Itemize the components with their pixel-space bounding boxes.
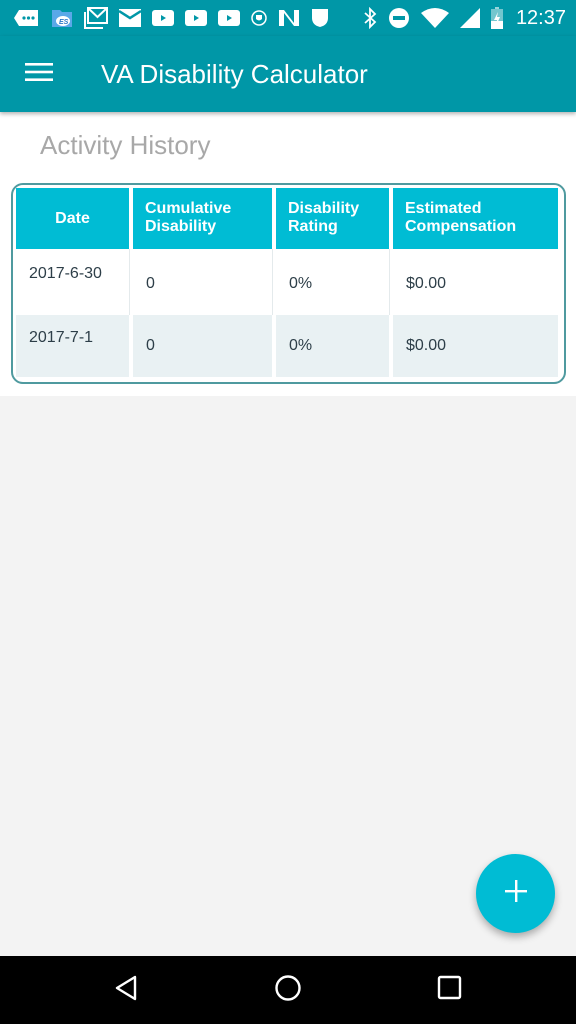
cell-cumulative: 0: [133, 315, 272, 377]
wifi-icon: [420, 7, 449, 29]
section-title: Activity History: [40, 130, 211, 160]
cell-compensation: $0.00: [406, 275, 447, 292]
clock: 12:37: [515, 6, 566, 29]
cell-compensation: $0.00: [393, 315, 558, 377]
svg-text:ES: ES: [59, 19, 69, 26]
hamburger-menu-icon: [25, 62, 53, 87]
menu-button[interactable]: [0, 36, 78, 112]
cell-date: 2017-6-30: [29, 265, 102, 282]
cell-date: 2017-7-1: [16, 315, 129, 377]
recents-icon: [437, 975, 463, 1006]
shield-icon: [311, 8, 329, 28]
n-app-icon: [278, 8, 300, 28]
plus-icon: [504, 880, 527, 907]
notification-icons: ES: [14, 7, 329, 29]
bluetooth-icon: [363, 7, 377, 29]
back-button[interactable]: [110, 974, 142, 1006]
back-icon: [113, 974, 139, 1007]
security-shield-icon: [251, 9, 267, 27]
header-disability-rating: Disability Rating: [276, 188, 389, 249]
youtube-icon: [185, 10, 207, 26]
cell-rating: 0%: [276, 315, 389, 377]
header-date: Date: [16, 188, 129, 249]
email-icon: [119, 9, 141, 27]
activity-table: Date Cumulative Disability Disability Ra…: [11, 183, 566, 384]
header-cumulative-disability: Cumulative Disability: [133, 188, 272, 249]
battery-charging-icon: [490, 7, 503, 29]
messages-icon: [14, 8, 40, 28]
cell-signal-icon: [459, 8, 480, 28]
app-title: VA Disability Calculator: [101, 58, 368, 89]
file-explorer-icon: ES: [51, 7, 73, 29]
do-not-disturb-icon: [388, 7, 410, 29]
youtube-icon: [152, 10, 174, 26]
add-entry-button[interactable]: [476, 854, 555, 933]
recents-button[interactable]: [434, 974, 466, 1006]
system-icons: 12:37: [363, 7, 566, 30]
youtube-icon: [218, 10, 240, 26]
cell-cumulative: 0: [146, 275, 155, 292]
gmail-icon: [84, 7, 108, 29]
activity-history-card: Activity History Date Cumulative Disabil…: [0, 112, 576, 396]
cell-rating: 0%: [289, 275, 313, 292]
home-icon: [274, 974, 302, 1007]
status-bar: ES 12:37: [0, 0, 576, 36]
home-button[interactable]: [272, 974, 304, 1006]
navigation-bar: [0, 956, 576, 1024]
app-bar: VA Disability Calculator: [0, 36, 576, 112]
header-estimated-compensation: Estimated Compensation: [393, 188, 558, 249]
